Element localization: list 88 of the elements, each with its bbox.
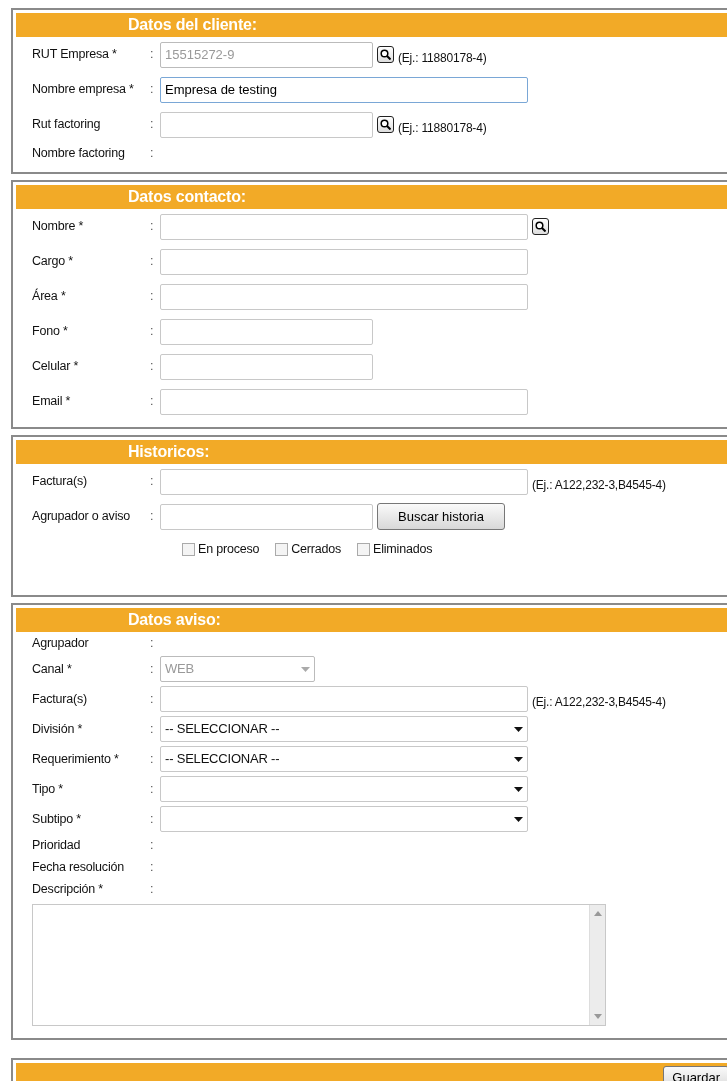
- search-icon: [380, 49, 391, 60]
- field-label: Descripción *: [32, 880, 105, 898]
- section-header: Datos contacto:: [16, 185, 727, 209]
- input-field[interactable]: [160, 388, 528, 415]
- scrollbar[interactable]: [589, 905, 605, 1025]
- checkbox[interactable]: [182, 542, 195, 556]
- example-hint: (Ej.: 11880178-4): [398, 49, 487, 67]
- caret-icon: [514, 786, 523, 792]
- separator: :: [150, 634, 155, 652]
- input-field[interactable]: [160, 686, 528, 712]
- example-hint: (Ej.: A122,232-3,B4545-4): [532, 694, 666, 711]
- field-label: Tipo *: [32, 780, 64, 798]
- separator: :: [150, 288, 155, 306]
- caret-icon: [514, 816, 523, 822]
- search-history-button[interactable]: Buscar historia: [377, 503, 505, 530]
- field-label: Nombre empresa *: [32, 81, 135, 99]
- field-label: Subtipo *: [32, 810, 82, 828]
- separator: :: [150, 858, 155, 876]
- checkbox[interactable]: [357, 542, 371, 556]
- field-label: Celular *: [32, 358, 80, 376]
- field-label: Email *: [32, 393, 72, 411]
- input-field[interactable]: [160, 283, 528, 310]
- separator: :: [150, 144, 155, 162]
- field-label: Prioridad: [32, 836, 82, 854]
- search-button[interactable]: [532, 218, 549, 235]
- input-field[interactable]: [160, 503, 373, 530]
- dropdown[interactable]: [160, 806, 528, 832]
- field-label: Fecha resolución: [32, 858, 125, 876]
- input-field[interactable]: [160, 318, 373, 345]
- input-field[interactable]: [160, 468, 528, 495]
- section-header: Datos del cliente:: [16, 13, 727, 37]
- scroll-up-icon: [593, 911, 602, 916]
- search-button[interactable]: [377, 116, 394, 133]
- separator: :: [150, 116, 155, 134]
- separator: :: [150, 508, 155, 526]
- field-label: Nombre *: [32, 218, 85, 236]
- caret-icon: [514, 726, 523, 732]
- separator: :: [150, 323, 155, 341]
- field-label: Canal *: [32, 660, 73, 678]
- separator: :: [150, 880, 155, 898]
- separator: :: [150, 358, 155, 376]
- separator: :: [150, 810, 155, 828]
- search-icon: [535, 221, 546, 232]
- separator: :: [150, 836, 155, 854]
- scroll-down-icon: [593, 1014, 602, 1019]
- input-field[interactable]: [160, 111, 373, 138]
- input-field[interactable]: [160, 213, 528, 240]
- search-icon: [380, 119, 391, 130]
- example-hint: (Ej.: 11880178-4): [398, 119, 487, 137]
- separator: :: [150, 750, 155, 768]
- dropdown[interactable]: -- SELECCIONAR --: [160, 746, 528, 772]
- field-label: División *: [32, 720, 84, 738]
- separator: :: [150, 473, 155, 491]
- input-field[interactable]: [160, 248, 528, 275]
- caret-icon: [301, 666, 310, 672]
- separator: :: [150, 81, 155, 99]
- checkbox-label: Cerrados: [291, 540, 342, 558]
- field-label: Rut factoring: [32, 116, 102, 134]
- section-header: Datos aviso:: [16, 608, 727, 632]
- input-field[interactable]: [160, 353, 373, 380]
- example-hint: (Ej.: A122,232-3,B4545-4): [532, 476, 666, 494]
- checkbox[interactable]: [275, 542, 289, 556]
- caret-icon: [514, 756, 523, 762]
- field-label: Cargo *: [32, 253, 74, 271]
- field-label: Requerimiento *: [32, 750, 120, 768]
- field-label: Agrupador: [32, 634, 90, 652]
- field-label: Agrupador o aviso: [32, 508, 132, 526]
- field-label: Factura(s): [32, 690, 88, 708]
- section-header: Historicos:: [16, 440, 727, 464]
- separator: :: [150, 690, 155, 708]
- separator: :: [150, 660, 155, 678]
- field-label: Fono *: [32, 323, 69, 341]
- field-label: RUT Empresa *: [32, 46, 118, 64]
- field-label: Nombre factoring: [32, 144, 126, 162]
- input-field[interactable]: Empresa de testing: [160, 76, 528, 103]
- separator: :: [150, 720, 155, 738]
- separator: :: [150, 780, 155, 798]
- separator: :: [150, 393, 155, 411]
- separator: :: [150, 46, 155, 64]
- field-label: Factura(s): [32, 473, 88, 491]
- separator: :: [150, 253, 155, 271]
- checkbox-label: En proceso: [198, 540, 260, 558]
- dropdown[interactable]: [160, 776, 528, 802]
- field-label: Área *: [32, 287, 67, 306]
- separator: :: [150, 218, 155, 236]
- description-textarea[interactable]: [32, 904, 606, 1026]
- dropdown[interactable]: -- SELECCIONAR --: [160, 716, 528, 742]
- checkbox-label: Eliminados: [373, 540, 433, 558]
